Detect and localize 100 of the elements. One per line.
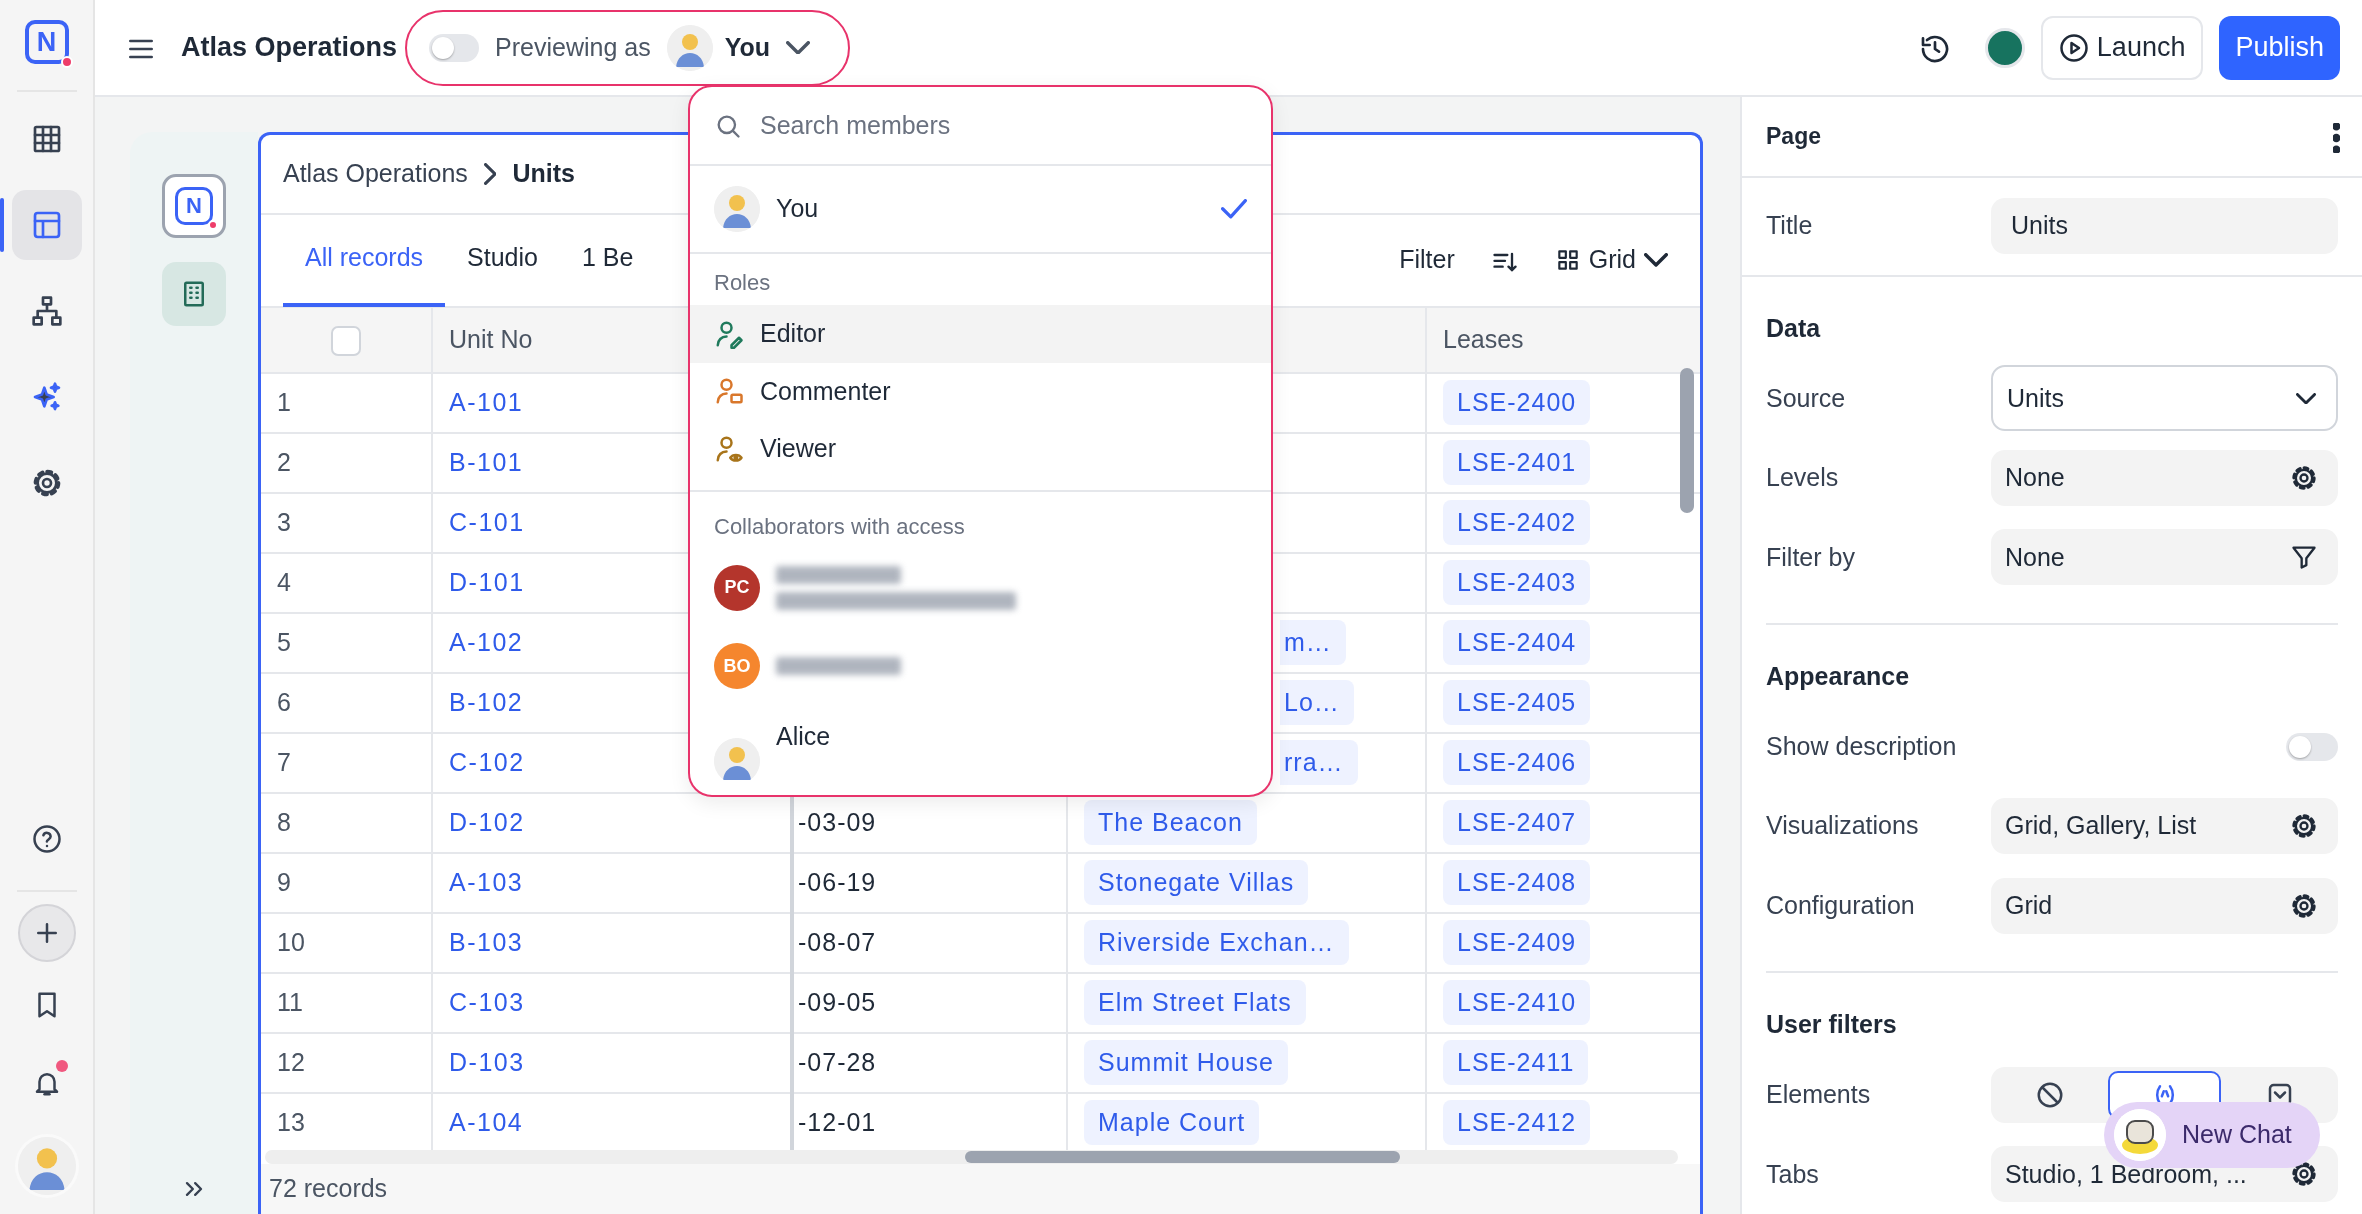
- search-field[interactable]: Search members: [758, 105, 1247, 146]
- lease-tag[interactable]: LSE-2407: [1443, 799, 1591, 846]
- lease-tag[interactable]: LSE-2405: [1443, 679, 1591, 726]
- lease-tag[interactable]: LSE-2410: [1443, 979, 1591, 1026]
- title-field[interactable]: Units: [1991, 198, 2338, 255]
- unit-link[interactable]: C-101: [449, 507, 525, 536]
- unit-link[interactable]: B-102: [449, 687, 524, 716]
- field-label: Tabs: [1766, 1158, 1819, 1190]
- row-number: 5: [277, 627, 291, 656]
- lease-tag[interactable]: LSE-2408: [1443, 859, 1591, 906]
- property-tag[interactable]: m…: [1280, 619, 1346, 666]
- unit-link[interactable]: C-103: [449, 987, 525, 1016]
- row-number: 10: [277, 927, 305, 956]
- settings-field[interactable]: None: [1991, 449, 2338, 506]
- filter-button[interactable]: Filter: [1389, 241, 1465, 279]
- property-tag[interactable]: The Beacon: [1084, 799, 1257, 846]
- section-heading: Data: [1766, 313, 1821, 344]
- unit-link[interactable]: A-104: [449, 1107, 524, 1136]
- member-option[interactable]: Alice: [690, 703, 1271, 795]
- property-tag[interactable]: Lo…: [1280, 679, 1354, 726]
- status-dot[interactable]: [1984, 27, 2025, 68]
- preview-label: Previewing as: [495, 31, 651, 63]
- property-tag[interactable]: Riverside Exchan…: [1084, 919, 1349, 966]
- property-tag[interactable]: Stonegate Villas: [1084, 859, 1309, 906]
- unit-link[interactable]: A-102: [449, 627, 524, 656]
- app-title: Atlas Operations: [181, 31, 398, 65]
- unit-link[interactable]: D-103: [449, 1047, 525, 1076]
- breadcrumb-item: Units: [512, 158, 575, 190]
- section-heading: Appearance: [1766, 661, 1910, 693]
- property-tag[interactable]: Maple Court: [1084, 1099, 1260, 1146]
- chevron-down-icon: [2296, 392, 2316, 405]
- view-select[interactable]: Grid: [1544, 241, 1678, 279]
- column-header[interactable]: Leases: [1426, 307, 1700, 373]
- select-all-checkbox[interactable]: [331, 326, 361, 357]
- settings-field[interactable]: Grid: [1991, 877, 2338, 934]
- row-number: 2: [277, 447, 291, 476]
- view-tab[interactable]: 1 Be: [560, 213, 656, 307]
- field-label: Show description: [1766, 730, 1957, 762]
- role-option[interactable]: Editor: [690, 305, 1271, 363]
- field-label: Elements: [1766, 1079, 1871, 1111]
- horizontal-scrollbar[interactable]: [265, 1150, 1678, 1165]
- lease-tag[interactable]: LSE-2404: [1443, 619, 1591, 666]
- unit-link[interactable]: D-101: [449, 567, 525, 596]
- field-label: Title: [1766, 210, 1813, 242]
- role-option[interactable]: Viewer: [690, 420, 1271, 478]
- select-field[interactable]: Units: [1991, 365, 2338, 432]
- more-icon: [2333, 122, 2340, 153]
- preview-toggle[interactable]: [429, 33, 480, 62]
- publish-button[interactable]: Publish: [2219, 15, 2340, 80]
- toggle-switch[interactable]: [2286, 732, 2338, 761]
- initials-avatar: BO: [714, 643, 760, 690]
- row-number: 12: [277, 1047, 305, 1076]
- unit-link[interactable]: A-103: [449, 867, 524, 896]
- filter-field[interactable]: None: [1991, 529, 2338, 586]
- lease-tag[interactable]: LSE-2411: [1443, 1039, 1589, 1086]
- section-heading: User filters: [1766, 1009, 1897, 1041]
- section-heading: Collaborators with access: [714, 513, 965, 542]
- lease-tag[interactable]: LSE-2412: [1443, 1099, 1591, 1146]
- row-number: 1: [277, 387, 291, 416]
- property-tag[interactable]: Summit House: [1084, 1039, 1288, 1086]
- hierarchy-icon: [30, 295, 63, 327]
- lease-tag[interactable]: LSE-2409: [1443, 919, 1591, 966]
- initials-avatar: PC: [714, 564, 760, 611]
- mascot-icon: [2114, 1109, 2166, 1161]
- unit-link[interactable]: B-103: [449, 927, 524, 956]
- role-option[interactable]: Commenter: [690, 362, 1271, 421]
- property-tag[interactable]: Elm Street Flats: [1084, 979, 1306, 1026]
- row-number: 6: [277, 687, 291, 716]
- settings-icon: [2290, 463, 2318, 492]
- breadcrumb-item[interactable]: Atlas Operations: [283, 155, 468, 193]
- row-number: 8: [277, 807, 291, 836]
- chevron-down-icon: [1644, 253, 1668, 268]
- chevron-right-icon: [483, 162, 497, 185]
- preview-control[interactable]: Previewing as You: [405, 9, 851, 86]
- lease-tag[interactable]: LSE-2402: [1443, 499, 1591, 546]
- lease-tag[interactable]: LSE-2403: [1443, 559, 1591, 606]
- settings-field[interactable]: Grid, Gallery, List: [1991, 798, 2338, 855]
- row-number: 4: [277, 567, 291, 596]
- preview-user: You: [724, 31, 771, 63]
- member-option[interactable]: PC: [690, 547, 1271, 629]
- unit-link[interactable]: B-101: [449, 447, 524, 476]
- unit-link[interactable]: A-101: [449, 387, 524, 416]
- settings-icon: [2290, 891, 2318, 920]
- launch-button[interactable]: Launch: [2040, 15, 2204, 80]
- member-option[interactable]: You: [690, 166, 1271, 254]
- app-logo[interactable]: N: [162, 174, 226, 238]
- chevron-down-icon: [786, 40, 811, 55]
- lease-tag[interactable]: LSE-2401: [1443, 439, 1591, 486]
- scrollbar[interactable]: [1680, 367, 1694, 513]
- lease-tag[interactable]: LSE-2406: [1443, 739, 1591, 786]
- property-tag[interactable]: rra…: [1280, 739, 1358, 786]
- view-tab[interactable]: Studio: [445, 213, 560, 307]
- unit-link[interactable]: C-102: [449, 747, 525, 776]
- row-number: 9: [277, 867, 291, 896]
- page-button[interactable]: [162, 262, 226, 326]
- lease-tag[interactable]: LSE-2400: [1443, 379, 1591, 426]
- date-text: -08-07: [798, 927, 877, 956]
- field-label: Levels: [1766, 462, 1839, 494]
- date-text: -06-19: [798, 867, 877, 896]
- unit-link[interactable]: D-102: [449, 807, 525, 836]
